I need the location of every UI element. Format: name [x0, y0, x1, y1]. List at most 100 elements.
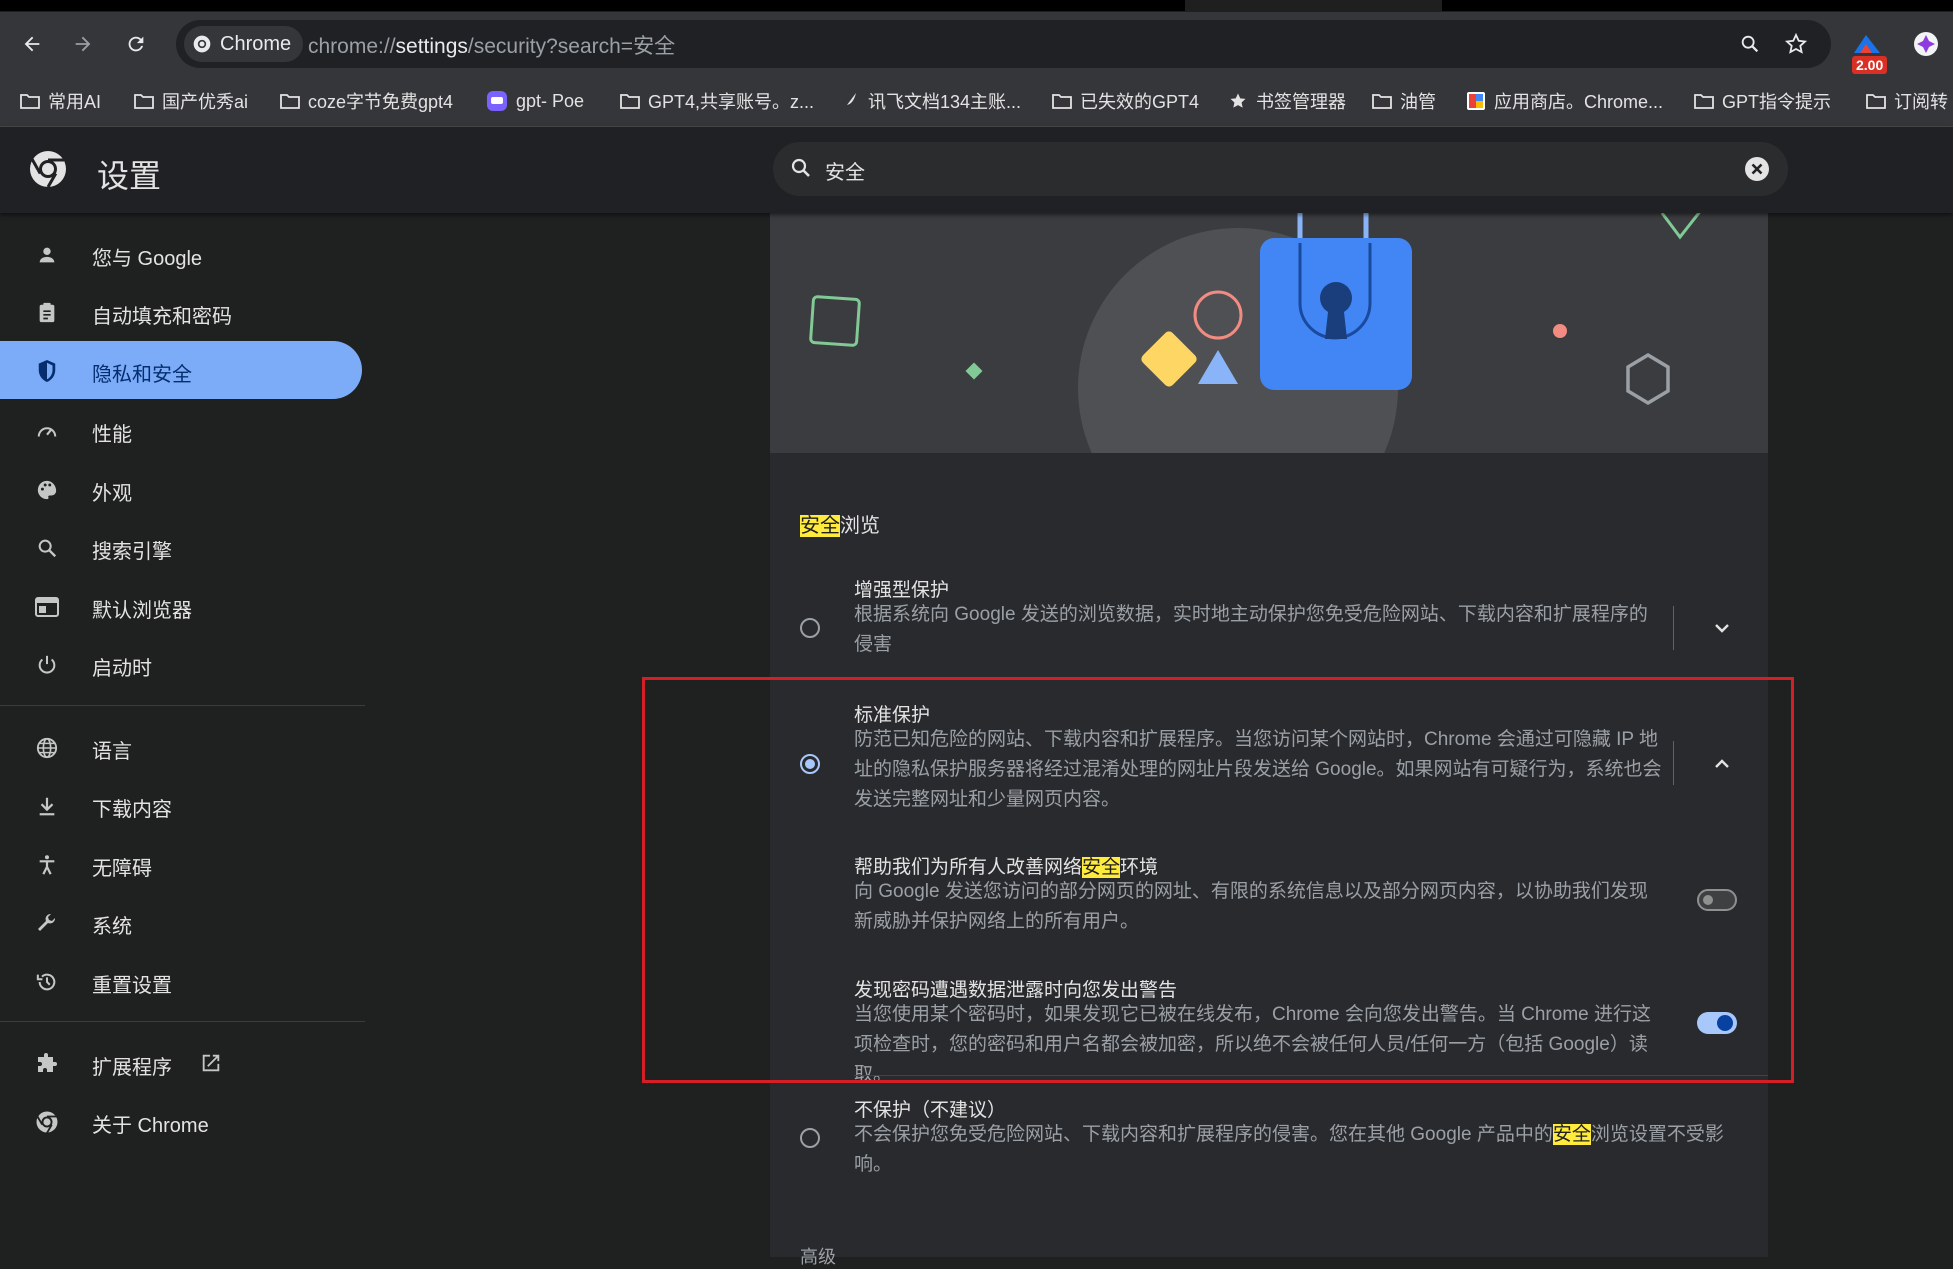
chrome-icon	[193, 35, 211, 53]
forward-button[interactable]	[65, 26, 101, 62]
open-in-new-icon	[202, 1054, 220, 1072]
sidebar-item-you-and-google[interactable]: 您与 Google	[0, 225, 362, 283]
safe-browsing-illustration	[770, 213, 1768, 453]
bookmark-label: GPT4,共享账号。z...	[648, 92, 815, 112]
bookmark-item[interactable]: coze字节免费gpt4	[280, 88, 453, 114]
sidebar-item-label: 搜索引擎	[92, 541, 172, 563]
power-icon	[34, 652, 60, 678]
bookmark-label: coze字节免费gpt4	[308, 92, 454, 112]
back-arrow-icon	[24, 36, 40, 52]
store-icon	[1467, 92, 1485, 110]
bookmark-label: 国产优秀ai	[162, 92, 249, 112]
advanced-section-label: 高级	[800, 1247, 836, 1267]
bookmark-item[interactable]: 讯飞文档134主账...	[840, 88, 1021, 114]
bookmark-label: 书签管理器	[1256, 92, 1346, 112]
sidebar-item-privacy-security[interactable]: 隐私和安全	[0, 341, 362, 399]
bookmark-item[interactable]: 订阅转	[1866, 88, 1948, 114]
clear-search-icon[interactable]	[1743, 155, 1771, 183]
sidebar-item-about-chrome[interactable]: 关于 Chrome	[0, 1092, 362, 1150]
settings-search[interactable]	[773, 142, 1788, 196]
sidebar-item-label: 隐私和安全	[92, 364, 192, 386]
bookmark-item[interactable]: 书签管理器	[1228, 88, 1346, 114]
reload-icon	[128, 36, 144, 52]
tab-bar-region	[0, 0, 1185, 11]
sidebar-item-extensions[interactable]: 扩展程序	[0, 1034, 362, 1092]
url-prefix: chrome://	[308, 35, 396, 58]
desc-pre: 不会保护您免受危险网站、下载内容和扩展程序的侵害。您在其他 Google 产品中…	[854, 1124, 1553, 1145]
bookmark-item[interactable]: 已失效的GPT4	[1052, 88, 1199, 114]
profile-button[interactable]	[1908, 22, 1944, 66]
folder-icon	[134, 94, 154, 109]
site-chip[interactable]: Chrome	[184, 26, 304, 62]
folder-icon	[20, 94, 40, 109]
site-chip-label: Chrome	[220, 32, 292, 55]
bookmarks-bar: 常用AI 国产优秀ai coze字节免费gpt4 gpt- Poe GPT4,共…	[0, 76, 1953, 127]
bookmark-item[interactable]: gpt- Poe	[486, 88, 584, 114]
sidebar-item-label: 启动时	[92, 658, 152, 680]
folder-icon	[1694, 94, 1714, 109]
browser-toolbar: Chrome chrome://settings/security?search…	[0, 12, 1953, 76]
sidebar-item-reset[interactable]: 重置设置	[0, 952, 362, 1010]
sidebar-item-label: 性能	[92, 424, 132, 446]
sidebar-item-label: 自动填充和密码	[92, 306, 232, 328]
tab-strip	[0, 0, 1953, 12]
puzzle-icon	[34, 1051, 60, 1077]
globe-icon	[34, 735, 60, 761]
bookmark-item[interactable]: GPT指令提示	[1694, 88, 1831, 114]
bookmark-label: 订阅转	[1894, 92, 1948, 112]
profile-avatar-icon	[1914, 32, 1938, 56]
star-outline-icon	[1784, 32, 1808, 54]
page-title: 设置	[97, 158, 162, 194]
back-button[interactable]	[14, 26, 50, 62]
sidebar-item-on-startup[interactable]: 启动时	[0, 635, 362, 693]
sidebar-item-label: 重置设置	[92, 975, 172, 997]
enhanced-radio[interactable]	[800, 618, 820, 638]
search-highlight: 安全	[1552, 1124, 1591, 1145]
bookmark-label: 讯飞文档134主账...	[868, 92, 1022, 112]
bookmark-item[interactable]: 应用商店。Chrome...	[1466, 88, 1663, 114]
sidebar-item-label: 外观	[92, 483, 132, 505]
sidebar-item-performance[interactable]: 性能	[0, 401, 362, 459]
sidebar-item-label: 默认浏览器	[92, 600, 192, 622]
search-input[interactable]	[823, 152, 1707, 188]
omnibox[interactable]: Chrome chrome://settings/security?search…	[176, 20, 1831, 68]
folder-icon	[1866, 94, 1886, 109]
sidebar-item-system[interactable]: 系统	[0, 893, 362, 951]
bookmark-item[interactable]: 油管	[1372, 88, 1436, 114]
bookmark-label: 应用商店。Chrome...	[1494, 92, 1664, 112]
sidebar-item-autofill[interactable]: 自动填充和密码	[0, 283, 362, 341]
folder-icon	[1052, 94, 1072, 109]
bookmark-item[interactable]: GPT4,共享账号。z...	[620, 88, 814, 114]
sidebar-item-default-browser[interactable]: 默认浏览器	[0, 577, 362, 635]
forward-arrow-icon	[75, 36, 91, 52]
option-no-protection[interactable]: 不保护（不建议） 不会保护您免受危险网站、下载内容和扩展程序的侵害。您在其他 G…	[770, 1088, 1768, 1175]
chrome-icon	[34, 1109, 60, 1135]
settings-header: 设置	[0, 127, 1953, 213]
sidebar-item-search-engine[interactable]: 搜索引擎	[0, 518, 362, 576]
reload-button[interactable]	[118, 26, 154, 62]
sidebar-item-downloads[interactable]: 下载内容	[0, 776, 362, 834]
wrench-icon	[34, 910, 60, 936]
url-text[interactable]: chrome://settings/security?search=安全	[308, 30, 675, 60]
sidebar-item-languages[interactable]: 语言	[0, 718, 362, 776]
poe-icon	[487, 91, 507, 111]
zoom-search-button[interactable]	[1736, 30, 1764, 58]
person-icon	[34, 242, 60, 268]
sidebar-item-appearance[interactable]: 外观	[0, 460, 362, 518]
bookmark-item[interactable]: 常用AI	[20, 88, 101, 114]
no-protection-radio[interactable]	[800, 1128, 820, 1148]
settings-sidebar: 您与 Google 自动填充和密码 隐私和安全 性能 外观 搜索引擎 默认浏览器…	[0, 213, 365, 1257]
chevron-down-icon[interactable]	[1710, 616, 1734, 640]
folder-icon	[620, 94, 640, 109]
separator	[1673, 606, 1674, 650]
folder-icon	[280, 94, 300, 109]
bookmark-label: 已失效的GPT4	[1080, 92, 1200, 112]
bookmark-label: gpt- Poe	[516, 90, 585, 111]
option-enhanced-protection[interactable]: 增强型保护 根据系统向 Google 发送的浏览数据，实时地主动保护您免受危险网…	[770, 568, 1768, 668]
bookmark-item[interactable]: 国产优秀ai	[134, 88, 248, 114]
sidebar-item-accessibility[interactable]: 无障碍	[0, 835, 362, 893]
section-title-safe-browsing: 安全浏览	[800, 509, 880, 538]
star-icon	[1230, 93, 1246, 108]
url-host: settings	[395, 35, 468, 58]
bookmark-star-button[interactable]	[1782, 30, 1810, 58]
